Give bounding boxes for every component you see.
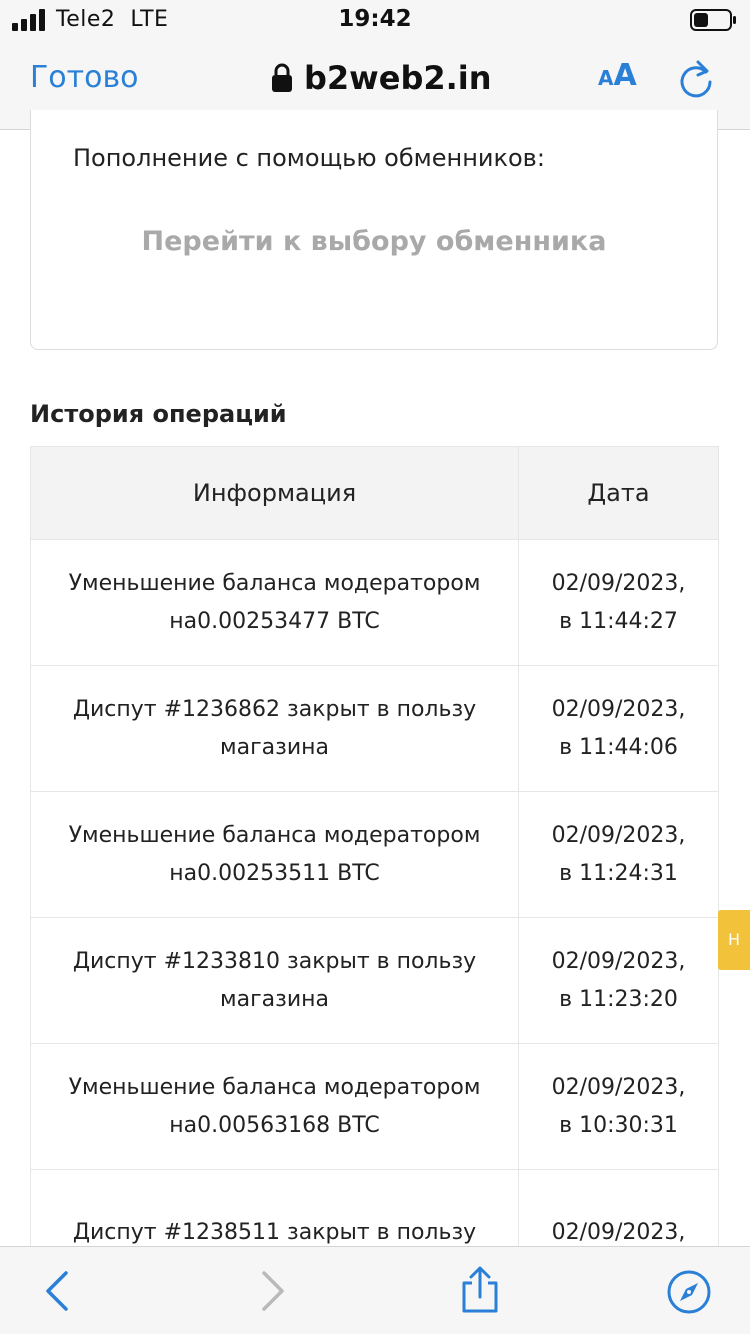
row-date-line2: в 11:24:31: [559, 860, 678, 886]
row-date-line2: в 11:44:27: [559, 608, 678, 634]
row-date-line1: 02/09/2023,: [551, 1219, 686, 1245]
column-header-info: Информация: [30, 446, 519, 540]
column-header-date: Дата: [518, 446, 719, 540]
row-info: Диспут #1236862 закрыт в пользу магазина: [30, 665, 519, 792]
url-text: b2web2.in: [304, 59, 492, 97]
row-date: 02/09/2023, в 11:23:20: [518, 917, 719, 1044]
text-size-large-glyph: A: [613, 58, 637, 93]
safari-compass-icon[interactable]: [666, 1269, 712, 1315]
battery-icon: [690, 9, 736, 31]
choose-exchanger-link[interactable]: Перейти к выбору обменника: [31, 226, 717, 257]
row-info-line1: Уменьшение баланса модератором: [68, 1074, 481, 1100]
status-bar: Tele2 LTE 19:42: [0, 0, 750, 40]
text-size-small-glyph: A: [598, 66, 614, 90]
exchange-card: Пополнение с помощью обменников: Перейти…: [30, 110, 718, 350]
row-info: Уменьшение баланса модератором на0.002534…: [30, 539, 519, 666]
row-info: Уменьшение баланса модератором на0.002535…: [30, 791, 519, 918]
row-info-line2: магазина: [220, 986, 329, 1012]
row-date-line1: 02/09/2023,: [551, 948, 686, 974]
table-row: Диспут #1236862 закрыт в пользу магазина …: [30, 665, 719, 792]
row-info-line2: на0.00253511 BTC: [169, 860, 380, 886]
browser-toolbar: [0, 1246, 750, 1334]
forward-arrow-icon[interactable]: [254, 1269, 290, 1313]
table-header-row: Информация Дата: [30, 446, 719, 540]
lock-icon: [272, 63, 292, 92]
table-row: Диспут #1233810 закрыт в пользу магазина …: [30, 917, 719, 1044]
back-arrow-icon[interactable]: [40, 1269, 76, 1313]
row-date-line1: 02/09/2023,: [551, 696, 686, 722]
table-row: Уменьшение баланса модератором на0.002535…: [30, 791, 719, 918]
row-date-line2: в 10:30:31: [559, 1112, 678, 1138]
operations-table: Информация Дата Уменьшение баланса модер…: [30, 446, 719, 1296]
row-date-line1: 02/09/2023,: [551, 822, 686, 848]
address-bar[interactable]: b2web2.in: [270, 58, 492, 98]
row-info-line1: Диспут #1236862 закрыт в пользу: [72, 696, 477, 722]
row-date-line1: 02/09/2023,: [551, 1074, 686, 1100]
table-row: Уменьшение баланса модератором на0.005631…: [30, 1043, 719, 1170]
row-info-line1: Уменьшение баланса модератором: [68, 570, 481, 596]
text-size-button[interactable]: AA: [598, 58, 637, 93]
row-date: 02/09/2023, в 11:44:06: [518, 665, 719, 792]
status-time: 19:42: [338, 6, 412, 32]
row-info: Диспут #1233810 закрыт в пользу магазина: [30, 917, 519, 1044]
row-info-line2: на0.00253477 BTC: [169, 608, 380, 634]
exchange-label: Пополнение с помощью обменников:: [73, 144, 545, 172]
row-info-line2: на0.00563168 BTC: [169, 1112, 380, 1138]
row-info-line1: Диспут #1238511 закрыт в пользу: [72, 1219, 477, 1245]
row-date: 02/09/2023, в 11:24:31: [518, 791, 719, 918]
done-button[interactable]: Готово: [30, 60, 139, 95]
row-date-line2: в 11:44:06: [559, 734, 678, 760]
row-info-line1: Уменьшение баланса модератором: [68, 822, 481, 848]
row-date-line2: в 11:23:20: [559, 986, 678, 1012]
row-info: Уменьшение баланса модератором на0.005631…: [30, 1043, 519, 1170]
row-info-line2: магазина: [220, 734, 329, 760]
row-date: 02/09/2023, в 11:44:27: [518, 539, 719, 666]
share-icon[interactable]: [458, 1265, 502, 1315]
table-row: Уменьшение баланса модератором на0.002534…: [30, 539, 719, 666]
side-help-tab[interactable]: Н: [718, 910, 750, 970]
row-date-line1: 02/09/2023,: [551, 570, 686, 596]
reload-icon[interactable]: [676, 58, 716, 100]
history-title: История операций: [30, 400, 287, 428]
row-date: 02/09/2023, в 10:30:31: [518, 1043, 719, 1170]
row-info-line1: Диспут #1233810 закрыт в пользу: [72, 948, 477, 974]
